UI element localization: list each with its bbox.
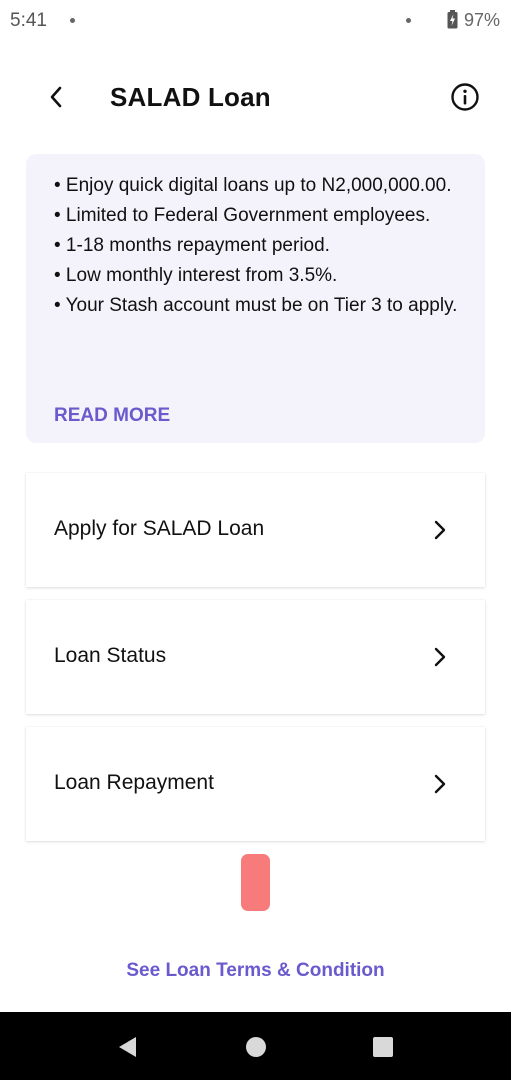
apply-for-loan-row[interactable]: Apply for SALAD Loan bbox=[26, 473, 485, 587]
battery-icon bbox=[447, 10, 458, 29]
menu-item-label: Apply for SALAD Loan bbox=[54, 517, 265, 540]
info-button[interactable] bbox=[449, 81, 481, 113]
loan-benefit-item: • 1-18 months repayment period. bbox=[54, 235, 330, 256]
loan-repayment-row[interactable]: Loan Repayment bbox=[26, 727, 485, 841]
back-button[interactable] bbox=[40, 80, 72, 114]
nav-home-button[interactable] bbox=[243, 1034, 269, 1060]
status-bar: 5:41 97% bbox=[0, 0, 511, 40]
loan-benefits-list: • Enjoy quick digital loans up to N2,000… bbox=[54, 171, 479, 321]
chevron-right-icon bbox=[434, 774, 446, 794]
notification-dot-icon bbox=[406, 18, 411, 23]
loan-terms-link[interactable]: See Loan Terms & Condition bbox=[0, 960, 511, 982]
page-title: SALAD Loan bbox=[110, 82, 271, 112]
home-circle-icon bbox=[246, 1037, 266, 1057]
loan-benefit-item: • Enjoy quick digital loans up to N2,000… bbox=[54, 175, 452, 196]
info-circle-icon bbox=[451, 83, 479, 111]
nav-back-button[interactable] bbox=[114, 1034, 140, 1060]
status-time: 5:41 bbox=[10, 10, 47, 31]
loan-status-row[interactable]: Loan Status bbox=[26, 600, 485, 714]
menu-item-label: Loan Status bbox=[54, 644, 167, 667]
chevron-left-icon bbox=[50, 86, 62, 108]
read-more-link[interactable]: READ MORE bbox=[54, 405, 170, 427]
battery-percentage: 97% bbox=[464, 10, 501, 30]
menu-item-label: Loan Repayment bbox=[54, 771, 214, 794]
red-pill-indicator[interactable] bbox=[241, 854, 270, 911]
loan-benefit-item: • Your Stash account must be on Tier 3 t… bbox=[54, 295, 458, 316]
notification-dot-icon bbox=[70, 18, 75, 23]
system-navigation-bar bbox=[0, 1012, 511, 1080]
loan-benefit-item: • Limited to Federal Government employee… bbox=[54, 205, 431, 226]
loan-benefit-item: • Low monthly interest from 3.5%. bbox=[54, 265, 338, 286]
chevron-right-icon bbox=[434, 647, 446, 667]
salad-loan-screen: 5:41 97% SALAD Loan • Enjoy quick digita… bbox=[0, 0, 511, 1080]
chevron-right-icon bbox=[434, 520, 446, 540]
back-triangle-icon bbox=[119, 1037, 136, 1057]
recents-square-icon bbox=[373, 1037, 393, 1057]
loan-info-card: • Enjoy quick digital loans up to N2,000… bbox=[26, 154, 485, 443]
nav-recents-button[interactable] bbox=[370, 1034, 396, 1060]
